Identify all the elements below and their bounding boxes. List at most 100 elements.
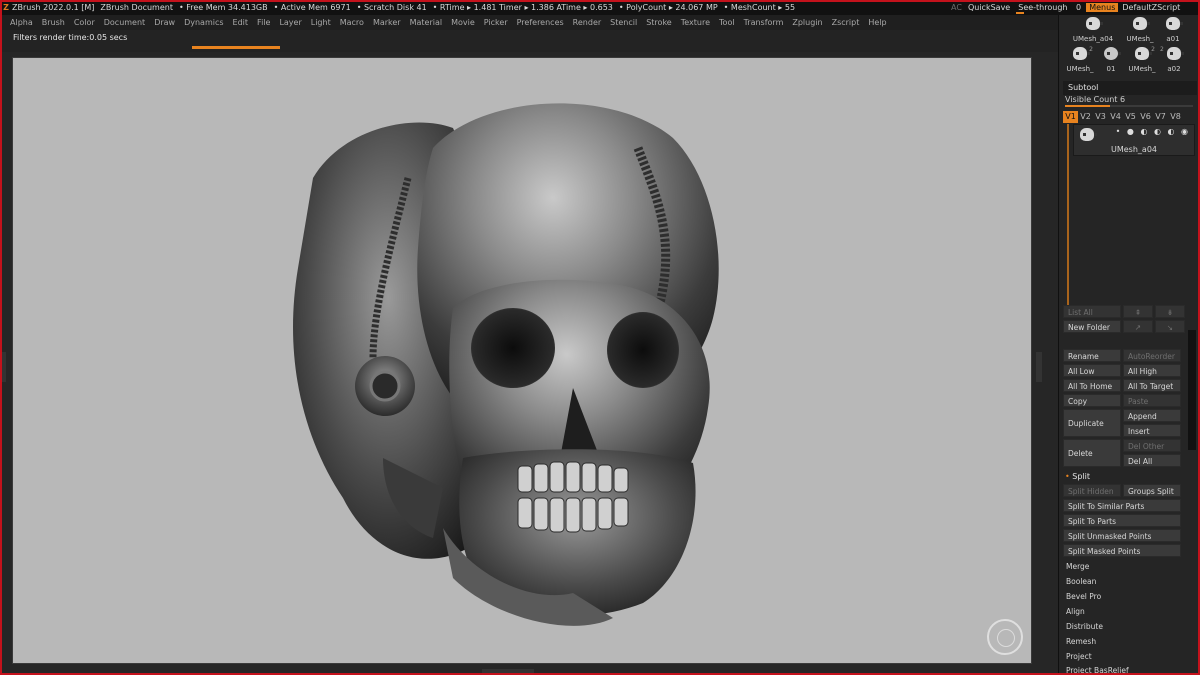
split-unmasked-button[interactable]: Split Unmasked Points bbox=[1063, 529, 1181, 542]
left-tray-handle[interactable] bbox=[0, 352, 6, 382]
distribute-section[interactable]: Distribute bbox=[1065, 620, 1183, 633]
append-button[interactable]: Append bbox=[1123, 409, 1181, 422]
delete-button[interactable]: Delete bbox=[1063, 439, 1121, 467]
subtool-list-scrollbar[interactable] bbox=[1067, 124, 1069, 309]
menu-dynamics[interactable]: Dynamics bbox=[184, 18, 223, 27]
tab-v8[interactable]: V8 bbox=[1168, 111, 1183, 123]
split-hidden-button[interactable]: Split Hidden bbox=[1063, 484, 1121, 497]
menu-help[interactable]: Help bbox=[868, 18, 886, 27]
tool-thumb[interactable]: 01 bbox=[1096, 45, 1126, 73]
autoreorder-button[interactable]: AutoReorder bbox=[1123, 349, 1181, 362]
menu-draw[interactable]: Draw bbox=[154, 18, 175, 27]
menu-document[interactable]: Document bbox=[104, 18, 145, 27]
move-up-icon[interactable]: ⇞ bbox=[1123, 305, 1153, 318]
ac-button[interactable]: AC bbox=[951, 3, 962, 12]
tool-thumb[interactable]: 2 UMesh_ bbox=[1065, 45, 1095, 73]
tool-thumb[interactable]: UMesh_ bbox=[1125, 15, 1155, 43]
see-through-slider[interactable]: See-through 0 bbox=[1016, 2, 1082, 14]
spiky-thumb-icon bbox=[1104, 47, 1121, 60]
merge-section[interactable]: Merge bbox=[1065, 560, 1183, 573]
document-canvas[interactable] bbox=[12, 57, 1032, 664]
list-all-button[interactable]: List All bbox=[1063, 305, 1121, 318]
menu-material[interactable]: Material bbox=[410, 18, 443, 27]
project-section[interactable]: Project bbox=[1065, 650, 1183, 663]
menu-macro[interactable]: Macro bbox=[340, 18, 364, 27]
paste-button[interactable]: Paste bbox=[1123, 394, 1181, 407]
panel-scrollbar[interactable] bbox=[1188, 330, 1196, 450]
copy-button[interactable]: Copy bbox=[1063, 394, 1121, 407]
visibility-eye-icon[interactable]: • ● ◐ ◐ ◐ ◉ bbox=[1116, 127, 1190, 136]
menu-file[interactable]: File bbox=[257, 18, 270, 27]
arrow-up-right-icon[interactable]: ↗ bbox=[1123, 320, 1153, 333]
tab-v7[interactable]: V7 bbox=[1153, 111, 1168, 123]
all-to-target-button[interactable]: All To Target bbox=[1123, 379, 1181, 392]
project-basrelief-section[interactable]: Project BasRelief bbox=[1065, 664, 1183, 675]
menu-stroke[interactable]: Stroke bbox=[646, 18, 672, 27]
all-to-home-button[interactable]: All To Home bbox=[1063, 379, 1121, 392]
rename-button[interactable]: Rename bbox=[1063, 349, 1121, 362]
split-section-header[interactable]: • Split bbox=[1065, 472, 1090, 481]
bottom-tray-handle[interactable] bbox=[482, 669, 534, 675]
menus-button[interactable]: Menus bbox=[1086, 3, 1119, 12]
menu-picker[interactable]: Picker bbox=[484, 18, 508, 27]
remesh-section[interactable]: Remesh bbox=[1065, 635, 1183, 648]
menu-texture[interactable]: Texture bbox=[681, 18, 710, 27]
skull-thumb-icon bbox=[1166, 17, 1183, 30]
menu-layer[interactable]: Layer bbox=[279, 18, 301, 27]
meshcount: • MeshCount ▸ 55 bbox=[723, 3, 796, 12]
menu-tool[interactable]: Tool bbox=[719, 18, 735, 27]
tab-v5[interactable]: V5 bbox=[1123, 111, 1138, 123]
menu-transform[interactable]: Transform bbox=[744, 18, 784, 27]
split-to-parts-button[interactable]: Split To Parts bbox=[1063, 514, 1181, 527]
bevel-pro-section[interactable]: Bevel Pro bbox=[1065, 590, 1183, 603]
subtool-item[interactable]: • ● ◐ ◐ ◐ ◉ UMesh_a04 bbox=[1073, 124, 1195, 156]
visibility-set-tabs: V1 V2 V3 V4 V5 V6 V7 V8 bbox=[1063, 111, 1197, 123]
del-all-button[interactable]: Del All bbox=[1123, 454, 1181, 467]
menu-brush[interactable]: Brush bbox=[42, 18, 65, 27]
tab-v1[interactable]: V1 bbox=[1063, 111, 1078, 123]
view-navigation-gizmo[interactable] bbox=[987, 619, 1023, 655]
menu-light[interactable]: Light bbox=[311, 18, 331, 27]
insert-button[interactable]: Insert bbox=[1123, 424, 1181, 437]
all-high-button[interactable]: All High bbox=[1123, 364, 1181, 377]
menu-color[interactable]: Color bbox=[74, 18, 95, 27]
skull-model bbox=[293, 103, 719, 626]
menu-zplugin[interactable]: Zplugin bbox=[792, 18, 822, 27]
menu-render[interactable]: Render bbox=[573, 18, 601, 27]
new-folder-button[interactable]: New Folder bbox=[1063, 320, 1121, 333]
menu-stencil[interactable]: Stencil bbox=[610, 18, 637, 27]
menu-edit[interactable]: Edit bbox=[233, 18, 249, 27]
tab-v3[interactable]: V3 bbox=[1093, 111, 1108, 123]
menu-preferences[interactable]: Preferences bbox=[517, 18, 564, 27]
see-through-value: 0 bbox=[1076, 2, 1082, 12]
arrow-down-right-icon[interactable]: ↘ bbox=[1155, 320, 1185, 333]
quicksave-button[interactable]: QuickSave bbox=[968, 3, 1010, 12]
tab-v6[interactable]: V6 bbox=[1138, 111, 1153, 123]
all-low-button[interactable]: All Low bbox=[1063, 364, 1121, 377]
tool-thumb[interactable]: a01 bbox=[1158, 15, 1188, 43]
menu-zscript[interactable]: Zscript bbox=[832, 18, 860, 27]
groups-split-button[interactable]: Groups Split bbox=[1123, 484, 1181, 497]
default-zscript-button[interactable]: DefaultZScript bbox=[1122, 3, 1180, 12]
tool-thumb[interactable]: 2 a02 bbox=[1159, 45, 1189, 73]
tool-thumb[interactable]: 2 UMesh_ bbox=[1127, 45, 1157, 73]
tab-v4[interactable]: V4 bbox=[1108, 111, 1123, 123]
split-similar-parts-button[interactable]: Split To Similar Parts bbox=[1063, 499, 1181, 512]
right-tray-handle[interactable] bbox=[1036, 352, 1042, 382]
boolean-section[interactable]: Boolean bbox=[1065, 575, 1183, 588]
menu-alpha[interactable]: Alpha bbox=[10, 18, 33, 27]
split-masked-button[interactable]: Split Masked Points bbox=[1063, 544, 1181, 557]
visible-count-slider[interactable] bbox=[1065, 105, 1193, 107]
align-section[interactable]: Align bbox=[1065, 605, 1183, 618]
move-down-icon[interactable]: ⇟ bbox=[1155, 305, 1185, 318]
duplicate-button[interactable]: Duplicate bbox=[1063, 409, 1121, 437]
del-other-button[interactable]: Del Other bbox=[1123, 439, 1181, 452]
tab-v2[interactable]: V2 bbox=[1078, 111, 1093, 123]
menu-marker[interactable]: Marker bbox=[373, 18, 401, 27]
tool-thumb[interactable]: UMesh_a04 bbox=[1071, 15, 1115, 43]
menu-movie[interactable]: Movie bbox=[451, 18, 475, 27]
skull-thumb-icon bbox=[1086, 17, 1103, 30]
subtool-header[interactable]: Subtool bbox=[1063, 81, 1197, 95]
title-bar: Z ZBrush 2022.0.1 [M] ZBrush Document • … bbox=[0, 0, 1200, 15]
status-message: Filters render time:0.05 secs bbox=[13, 33, 128, 42]
